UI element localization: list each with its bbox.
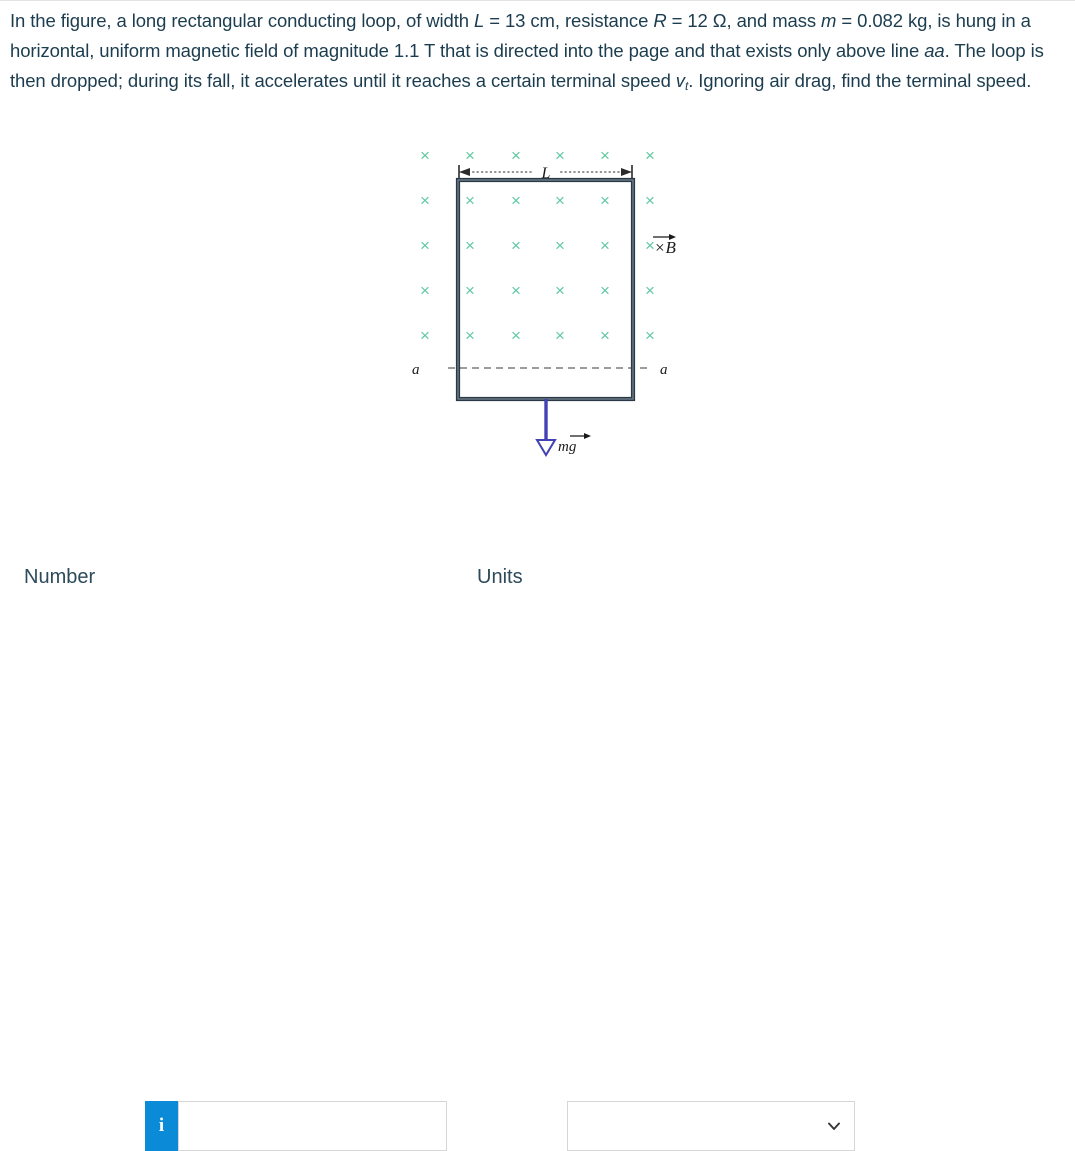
- field-mark-x-icon: ×: [465, 236, 475, 255]
- problem-text-segment: m: [821, 10, 837, 31]
- field-mark-x-icon: ×: [555, 281, 565, 300]
- field-mark-x-icon: ×: [555, 191, 565, 210]
- field-mark-x-icon: ×: [420, 326, 430, 345]
- field-mark-x-icon: ×: [465, 146, 475, 165]
- field-mark-x-icon: ×: [420, 281, 430, 300]
- physics-figure: × × × × × × × × × × × × × × × × × × × × × × × × × × × × × × L a a mg: [390, 140, 690, 470]
- field-mark-x-icon: ×: [645, 326, 655, 345]
- field-mark-x-icon: ×: [420, 236, 430, 255]
- number-input[interactable]: [178, 1101, 447, 1151]
- field-mark-x-icon: ×: [645, 281, 655, 300]
- field-mark-x-icon: ×: [465, 191, 475, 210]
- problem-text-segment: L: [474, 10, 485, 31]
- field-mark-x-icon: ×: [465, 326, 475, 345]
- info-icon-button[interactable]: i: [145, 1101, 178, 1151]
- field-mark-x-icon: ×: [511, 236, 521, 255]
- field-mark-x-icon: ×: [555, 236, 565, 255]
- field-mark-x-icon: ×: [600, 236, 610, 255]
- problem-statement: In the figure, a long rectangular conduc…: [10, 6, 1068, 101]
- field-mark-x-icon: ×: [645, 191, 655, 210]
- field-mark-x-icon: ×: [600, 326, 610, 345]
- field-mark-x-icon: ×: [420, 146, 430, 165]
- problem-text-segment: R: [653, 10, 667, 31]
- units-select-wrapper: [567, 1101, 855, 1151]
- field-mark-x-icon: ×: [511, 146, 521, 165]
- field-mark-x-icon: ×: [511, 191, 521, 210]
- field-mark-x-icon: ×: [465, 281, 475, 300]
- weight-label: mg: [558, 439, 577, 455]
- problem-text-segment: v: [675, 70, 685, 91]
- field-mark-x-icon: ×: [420, 191, 430, 210]
- field-label: ×B: [654, 238, 676, 257]
- problem-text-segment: In the figure, a long rectangular conduc…: [10, 10, 474, 31]
- problem-text-segment: = 12 Ω, and mass: [666, 10, 822, 31]
- number-label: Number: [24, 566, 96, 588]
- field-mark-x-icon: ×: [511, 326, 521, 345]
- answer-row: Number i Units: [0, 548, 1075, 1151]
- problem-text-segment: aa: [924, 40, 945, 61]
- field-mark-x-icon: ×: [645, 146, 655, 165]
- units-label: Units: [477, 566, 523, 588]
- line-aa-label-right: a: [660, 362, 668, 378]
- field-mark-x-icon: ×: [600, 146, 610, 165]
- field-mark-x-icon: ×: [555, 326, 565, 345]
- field-mark-x-icon: ×: [600, 281, 610, 300]
- line-aa-label-left: a: [412, 362, 420, 378]
- units-select[interactable]: [567, 1101, 855, 1151]
- problem-text-segment: . Ignoring air drag, find the terminal s…: [688, 70, 1032, 91]
- top-divider: [0, 0, 1075, 1]
- problem-text-segment: = 13 cm, resistance: [484, 10, 654, 31]
- field-mark-x-icon: ×: [600, 191, 610, 210]
- weight-force-arrow: [535, 399, 557, 457]
- field-mark-x-icon: ×: [511, 281, 521, 300]
- weight-vector-arrowhead: [584, 433, 591, 439]
